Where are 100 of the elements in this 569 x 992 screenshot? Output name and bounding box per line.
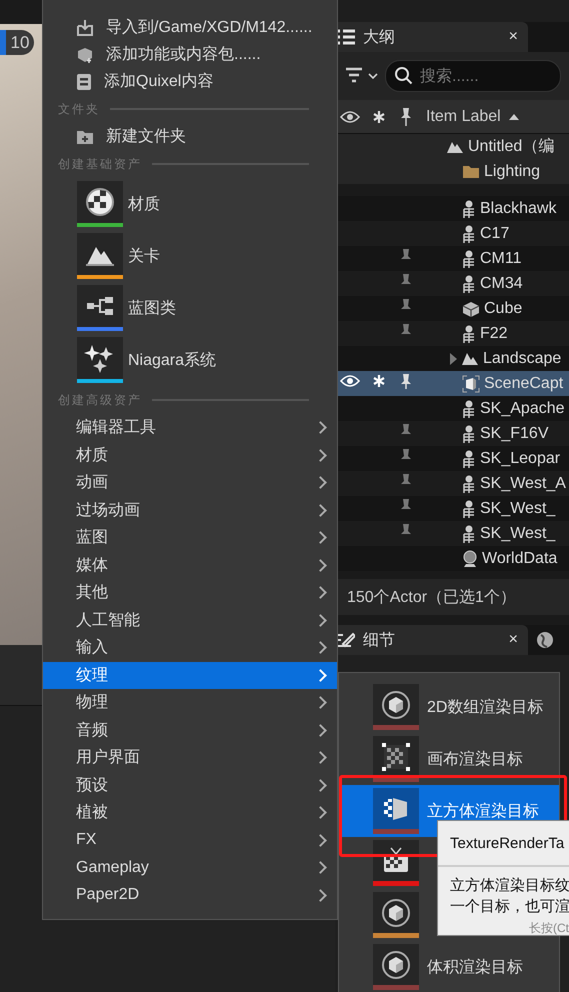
tree-item-label: Landscape — [483, 350, 562, 368]
submenu-item[interactable]: 画布渲染目标 — [339, 733, 559, 785]
tree-item-label: C17 — [480, 224, 510, 242]
search-icon — [394, 66, 414, 86]
submenu-item[interactable]: 材质 — [43, 442, 337, 469]
cube-icon — [381, 690, 411, 720]
column-header[interactable]: Item Label — [426, 108, 501, 126]
asset-thumbnail[interactable] — [77, 233, 123, 279]
outliner-row[interactable]: SceneCapt — [335, 371, 569, 396]
submenu-item[interactable]: 植被 — [43, 799, 337, 826]
close-icon[interactable]: × — [508, 28, 518, 46]
skeleton-icon — [462, 474, 476, 492]
sort-ascending-icon — [508, 114, 519, 120]
submenu-item[interactable]: 媒体 — [43, 552, 337, 579]
details-tab[interactable]: 细节 × — [335, 625, 528, 655]
submenu-item[interactable]: 输入 — [43, 634, 337, 662]
list-icon — [337, 29, 355, 45]
menu-item-label[interactable]: Niagara系统 — [128, 350, 216, 370]
tree-item-label: SK_Apache — [480, 400, 565, 418]
outliner-row[interactable]: Blackhawk — [335, 196, 569, 221]
node-graph-icon — [85, 295, 115, 317]
outliner-row[interactable]: SK_West_ — [335, 496, 569, 521]
submenu-item[interactable]: 过场动画 — [43, 496, 337, 524]
tree-item-label: Lighting — [484, 162, 540, 180]
submenu-item[interactable]: Paper2D — [43, 882, 337, 909]
menu-item[interactable]: 添加功能或内容包...... — [43, 41, 337, 68]
asterisk-icon — [372, 374, 386, 388]
search-field[interactable]: 搜索...... — [385, 60, 561, 92]
skeleton-icon — [462, 274, 476, 292]
eye-icon — [340, 110, 360, 124]
submenu-item[interactable]: 编辑器工具 — [43, 414, 337, 442]
skeleton-icon — [462, 524, 476, 542]
menu-item-label[interactable]: 蓝图类 — [128, 298, 176, 318]
outliner-row[interactable]: SK_Leopar — [335, 446, 569, 471]
menu-item[interactable]: 添加Quixel内容 — [43, 68, 337, 95]
submenu-item[interactable]: 音频 — [43, 716, 337, 744]
outliner-row[interactable]: CM11 — [335, 246, 569, 271]
submenu-item[interactable]: 蓝图 — [43, 524, 337, 552]
tree-item-label: SK_West_ — [480, 500, 556, 518]
submenu-item[interactable]: 人工智能 — [43, 606, 337, 634]
quixel-logo-icon — [76, 72, 92, 90]
asset-thumbnail[interactable] — [77, 337, 123, 383]
pin-icon — [400, 106, 412, 126]
tree-item-label: WorldData — [482, 550, 558, 568]
actor-count-status: 150个Actor（已选1个） — [335, 579, 569, 615]
skeleton-icon — [462, 424, 476, 442]
asset-thumbnail[interactable] — [77, 285, 123, 331]
tooltip-hint: 长按(Ct — [528, 920, 569, 937]
camera-speed-badge[interactable]: 10 — [0, 30, 34, 55]
section-header: 创建基础资产 — [58, 156, 142, 172]
tree-item-label: CM11 — [480, 250, 522, 268]
tree-item-label: SK_West_ — [480, 524, 556, 542]
submenu-item[interactable]: 其他 — [43, 579, 337, 606]
tree-item-label: Cube — [484, 300, 522, 318]
folder-icon — [462, 164, 480, 178]
package-icon — [76, 46, 94, 64]
skeleton-icon — [462, 400, 476, 418]
tree-item-label: CM34 — [480, 274, 523, 292]
eye-icon — [340, 374, 360, 388]
mountain-icon — [446, 140, 464, 154]
submenu-item[interactable]: 动画 — [43, 469, 337, 496]
cube-icon — [462, 300, 480, 316]
submenu-item[interactable]: FX — [43, 826, 337, 854]
tab-title: 大纲 — [363, 28, 396, 48]
submenu-item[interactable]: 物理 — [43, 689, 337, 716]
tree-item-label: F22 — [480, 324, 508, 342]
submenu-item[interactable]: 用户界面 — [43, 744, 337, 772]
cube-icon — [381, 950, 411, 980]
submenu-item[interactable]: 预设 — [43, 772, 337, 799]
outliner-row[interactable]: WorldData — [335, 546, 569, 571]
close-icon[interactable]: × — [508, 631, 518, 649]
skeleton-icon — [462, 200, 476, 218]
import-icon — [76, 18, 94, 36]
menu-item[interactable]: 导入到/Game/XGD/M142...... — [43, 14, 337, 41]
outliner-row[interactable]: SK_Apache — [335, 396, 569, 421]
outliner-tab[interactable]: 大纲 × — [335, 22, 528, 52]
tree-item-label: SK_F16V — [480, 424, 548, 442]
submenu-item[interactable]: 体积渲染目标 — [339, 941, 559, 992]
menu-item-label[interactable]: 关卡 — [128, 246, 160, 266]
skeleton-icon — [462, 224, 476, 242]
submenu-item[interactable]: 2D数组渲染目标 — [339, 681, 559, 733]
outliner-row[interactable]: Cube — [335, 296, 569, 321]
globe-icon — [536, 631, 554, 649]
outliner-row[interactable]: Lighting — [335, 159, 569, 184]
menu-item-label[interactable]: 材质 — [128, 194, 160, 214]
submenu-item[interactable]: Gameplay — [43, 854, 337, 882]
material-sphere-icon — [85, 187, 115, 217]
tree-item-label: Blackhawk — [480, 200, 556, 218]
menu-item[interactable]: 新建文件夹 — [43, 123, 337, 150]
folder-add-icon — [76, 128, 94, 144]
globe-stand-icon — [462, 550, 478, 568]
outliner-row[interactable]: Landscape — [335, 346, 569, 371]
skeleton-icon — [462, 324, 476, 342]
section-header: 文件夹 — [58, 100, 100, 118]
mountain-icon — [461, 352, 479, 366]
asterisk-icon — [372, 110, 386, 124]
tree-item-label: SK_Leopar — [480, 450, 560, 468]
submenu-item[interactable]: 纹理 — [43, 662, 337, 689]
tab-title: 细节 — [363, 630, 396, 650]
asset-thumbnail[interactable] — [77, 181, 123, 227]
